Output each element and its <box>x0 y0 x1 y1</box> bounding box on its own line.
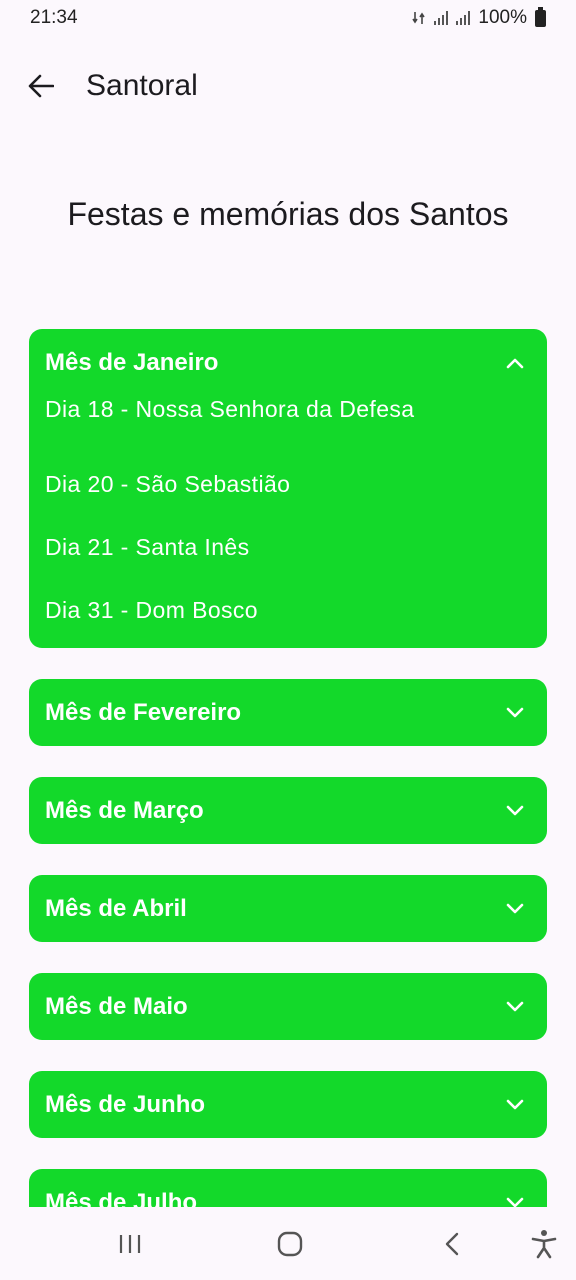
battery-percent: 100% <box>478 7 527 28</box>
month-card-abril: Mês de Abril <box>29 875 547 942</box>
month-header-fevereiro[interactable]: Mês de Fevereiro <box>29 679 547 746</box>
saint-item[interactable]: Dia 31 - Dom Bosco <box>29 579 547 642</box>
recents-icon <box>119 1234 141 1253</box>
month-title: Mês de Julho <box>45 1188 198 1208</box>
month-title: Mês de Abril <box>45 894 187 922</box>
saint-item[interactable]: Dia 18 - Nossa Senhora da Defesa <box>29 396 547 453</box>
month-card-fevereiro: Mês de Fevereiro <box>29 679 547 746</box>
month-card-julho: Mês de Julho <box>29 1169 547 1207</box>
status-time: 21:34 <box>30 7 78 28</box>
chevron-down-icon <box>505 801 525 821</box>
month-items-janeiro: Dia 18 - Nossa Senhora da Defesa Dia 20 … <box>29 396 547 648</box>
status-bar: 21:34 100% <box>0 0 576 36</box>
months-list: Mês de Janeiro Dia 18 - Nossa Senhora da… <box>29 329 547 1207</box>
chevron-down-icon <box>505 703 525 723</box>
saint-item[interactable]: Dia 20 - São Sebastião <box>29 453 547 516</box>
nav-back-button[interactable] <box>422 1207 482 1280</box>
month-header-junho[interactable]: Mês de Junho <box>29 1071 547 1138</box>
month-card-janeiro: Mês de Janeiro Dia 18 - Nossa Senhora da… <box>29 329 547 648</box>
month-header-julho[interactable]: Mês de Julho <box>29 1169 547 1207</box>
back-icon <box>445 1232 459 1255</box>
signal-icon-2 <box>456 11 471 25</box>
nav-accessibility-button[interactable] <box>518 1207 570 1280</box>
arrow-back-icon <box>28 74 54 98</box>
chevron-down-icon <box>505 1193 525 1208</box>
saint-item[interactable]: Dia 21 - Santa Inês <box>29 516 547 579</box>
system-nav-bar <box>0 1207 576 1280</box>
month-header-marco[interactable]: Mês de Março <box>29 777 547 844</box>
data-transfer-icon <box>412 12 426 24</box>
month-title: Mês de Maio <box>45 992 188 1020</box>
month-title: Mês de Março <box>45 796 204 824</box>
battery-icon <box>535 6 546 27</box>
status-icons: 100% <box>412 6 546 29</box>
month-card-marco: Mês de Março <box>29 777 547 844</box>
month-title: Mês de Janeiro <box>45 348 219 376</box>
month-title: Mês de Junho <box>45 1090 206 1118</box>
month-card-junho: Mês de Junho <box>29 1071 547 1138</box>
accessibility-icon <box>531 1229 557 1258</box>
nav-recents-button[interactable] <box>100 1207 160 1280</box>
back-button[interactable] <box>0 52 86 120</box>
chevron-up-icon <box>505 353 525 373</box>
month-header-maio[interactable]: Mês de Maio <box>29 973 547 1040</box>
signal-icon <box>434 11 449 25</box>
page-headline: Festas e memórias dos Santos <box>67 196 509 232</box>
chevron-down-icon <box>505 997 525 1017</box>
home-icon <box>277 1231 303 1256</box>
chevron-down-icon <box>505 899 525 919</box>
month-header-janeiro[interactable]: Mês de Janeiro <box>29 329 547 396</box>
month-header-abril[interactable]: Mês de Abril <box>29 875 547 942</box>
month-title: Mês de Fevereiro <box>45 698 242 726</box>
chevron-down-icon <box>505 1095 525 1115</box>
nav-home-button[interactable] <box>260 1207 320 1280</box>
app-title: Santoral <box>86 69 198 102</box>
month-card-maio: Mês de Maio <box>29 973 547 1040</box>
app-bar: Santoral <box>0 52 576 120</box>
